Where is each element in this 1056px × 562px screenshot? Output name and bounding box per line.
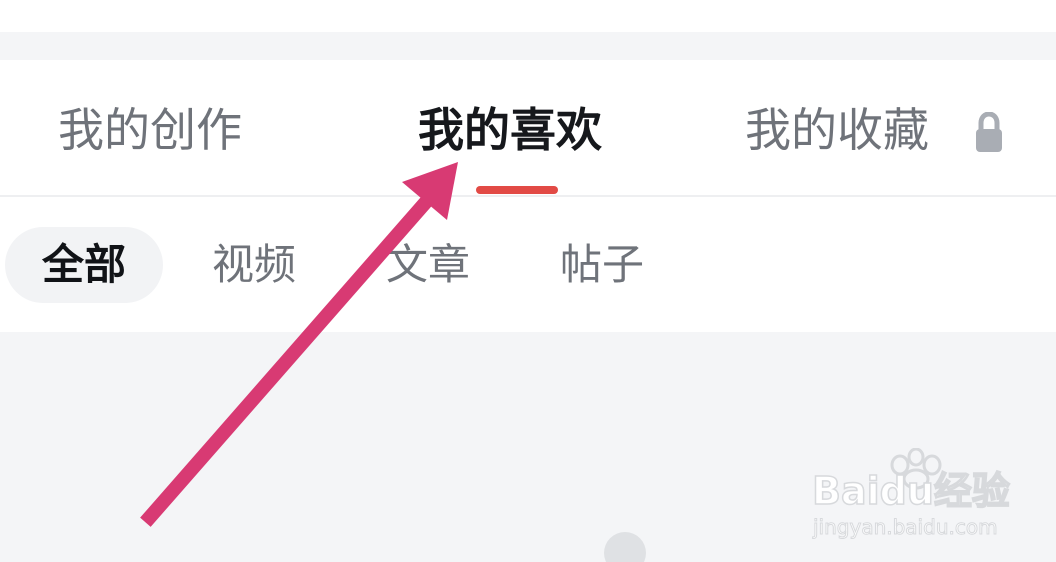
tab-my-favorites[interactable]: 我的收藏 [745, 100, 929, 160]
tab-my-creations[interactable]: 我的创作 [58, 100, 242, 160]
lock-icon [976, 112, 1002, 152]
top-gap [0, 32, 1056, 60]
filter-bar: 全部 视频 文章 帖子 [0, 197, 1056, 332]
top-white-area [0, 0, 1056, 32]
content-area [0, 332, 1056, 562]
filter-articles[interactable]: 文章 [386, 227, 470, 303]
tabs-bar: 我的创作 我的喜欢 我的收藏 [0, 60, 1056, 196]
screen: 我的创作 我的喜欢 我的收藏 全部 视频 文章 帖子 Baidu经验 jingy… [0, 0, 1056, 562]
active-tab-indicator [476, 186, 558, 194]
filter-videos[interactable]: 视频 [212, 227, 296, 303]
filter-posts[interactable]: 帖子 [560, 227, 644, 303]
filter-all[interactable]: 全部 [5, 227, 163, 303]
tab-my-likes[interactable]: 我的喜欢 [418, 100, 602, 160]
